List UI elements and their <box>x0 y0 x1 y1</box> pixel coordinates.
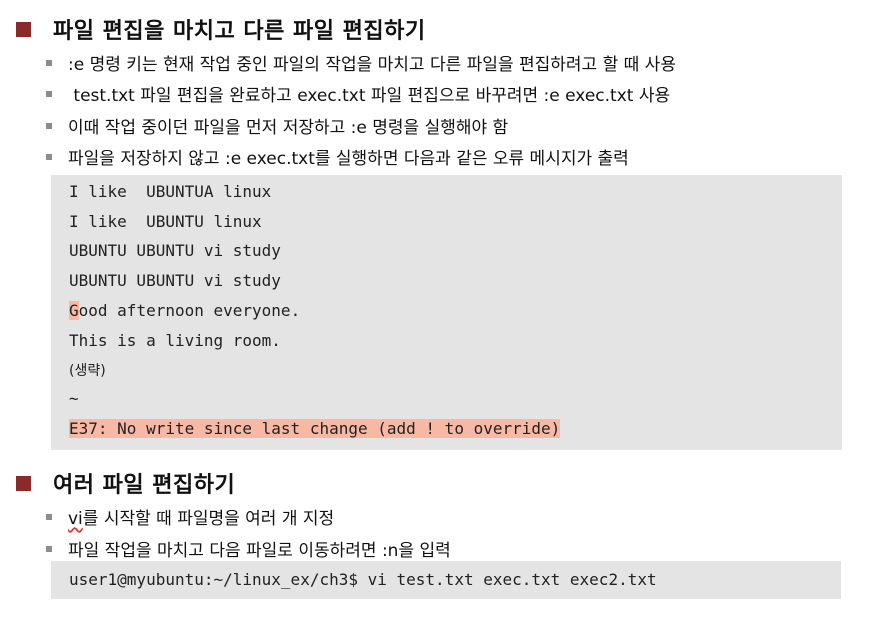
bullet-text: 이때 작업 중이던 파일을 먼저 저장하고 :e 명령을 실행해야 함 <box>68 118 509 138</box>
spellcheck-word: vi <box>68 509 83 529</box>
bullet-text: 파일 작업을 마치고 다음 파일로 이동하려면 :n을 입력 <box>68 541 451 561</box>
error-message: E37: No write since last change (add ! t… <box>69 419 561 438</box>
bullet-icon <box>46 153 52 160</box>
section-title: 여러 파일 편집하기 <box>53 473 236 498</box>
vi-line-text: ood afternoon everyone. <box>78 301 301 320</box>
command-line: user1@myubuntu:~/linux_ex/ch3$ vi test.t… <box>69 570 657 589</box>
heading-square-icon <box>16 21 31 37</box>
list-item: test.txt 파일 편집을 완료하고 exec.txt 파일 편집으로 바꾸… <box>46 81 670 106</box>
bullet-icon <box>46 122 52 129</box>
bullet-icon <box>46 513 52 520</box>
vi-line: This is a living room. <box>69 331 281 350</box>
tilde-line: ~ <box>69 389 79 408</box>
bullet-text-rest: 를 시작할 때 파일명을 여러 개 지정 <box>82 509 335 529</box>
list-item: 이때 작업 중이던 파일을 먼저 저장하고 :e 명령을 실행해야 함 <box>46 113 508 138</box>
bullet-text: vi를 시작할 때 파일명을 여러 개 지정 <box>68 504 334 529</box>
section-heading-multi-file-edit: 여러 파일 편집하기 <box>16 467 235 499</box>
omitted-note: (생략) <box>69 363 106 379</box>
error-message-line: E37: No write since last change (add ! t… <box>69 419 561 438</box>
bullet-text: :e 명령 키는 현재 작업 중인 파일의 작업을 마치고 다른 파일을 편집하… <box>68 55 676 75</box>
section-title: 파일 편집을 마치고 다른 파일 편집하기 <box>53 19 426 44</box>
vi-line: I like UBUNTU linux <box>69 212 262 231</box>
heading-square-icon <box>16 475 31 491</box>
bullet-text: test.txt 파일 편집을 완료하고 exec.txt 파일 편집으로 바꾸… <box>68 86 671 106</box>
vi-line: UBUNTU UBUNTU vi study <box>69 271 281 290</box>
list-item: :e 명령 키는 현재 작업 중인 파일의 작업을 마치고 다른 파일을 편집하… <box>46 50 676 75</box>
bullet-text: 파일을 저장하지 않고 :e exec.txt를 실행하면 다음과 같은 오류 … <box>68 149 629 169</box>
bullet-icon <box>46 59 52 66</box>
list-item: 파일을 저장하지 않고 :e exec.txt를 실행하면 다음과 같은 오류 … <box>46 144 629 169</box>
command-block: user1@myubuntu:~/linux_ex/ch3$ vi test.t… <box>51 561 841 599</box>
vi-line: I like UBUNTUA linux <box>69 182 272 201</box>
section-heading-edit-other-file: 파일 편집을 마치고 다른 파일 편집하기 <box>16 13 426 45</box>
vi-line-cursor: Good afternoon everyone. <box>69 301 300 320</box>
vi-line: UBUNTU UBUNTU vi study <box>69 241 281 260</box>
list-item: vi를 시작할 때 파일명을 여러 개 지정 <box>46 504 334 529</box>
bullet-icon <box>46 545 52 552</box>
list-item: 파일 작업을 마치고 다음 파일로 이동하려면 :n을 입력 <box>46 536 451 561</box>
cursor-character: G <box>69 301 79 320</box>
bullet-icon <box>46 90 52 97</box>
vi-screen-block: I like UBUNTUA linux I like UBUNTU linux… <box>51 175 842 450</box>
